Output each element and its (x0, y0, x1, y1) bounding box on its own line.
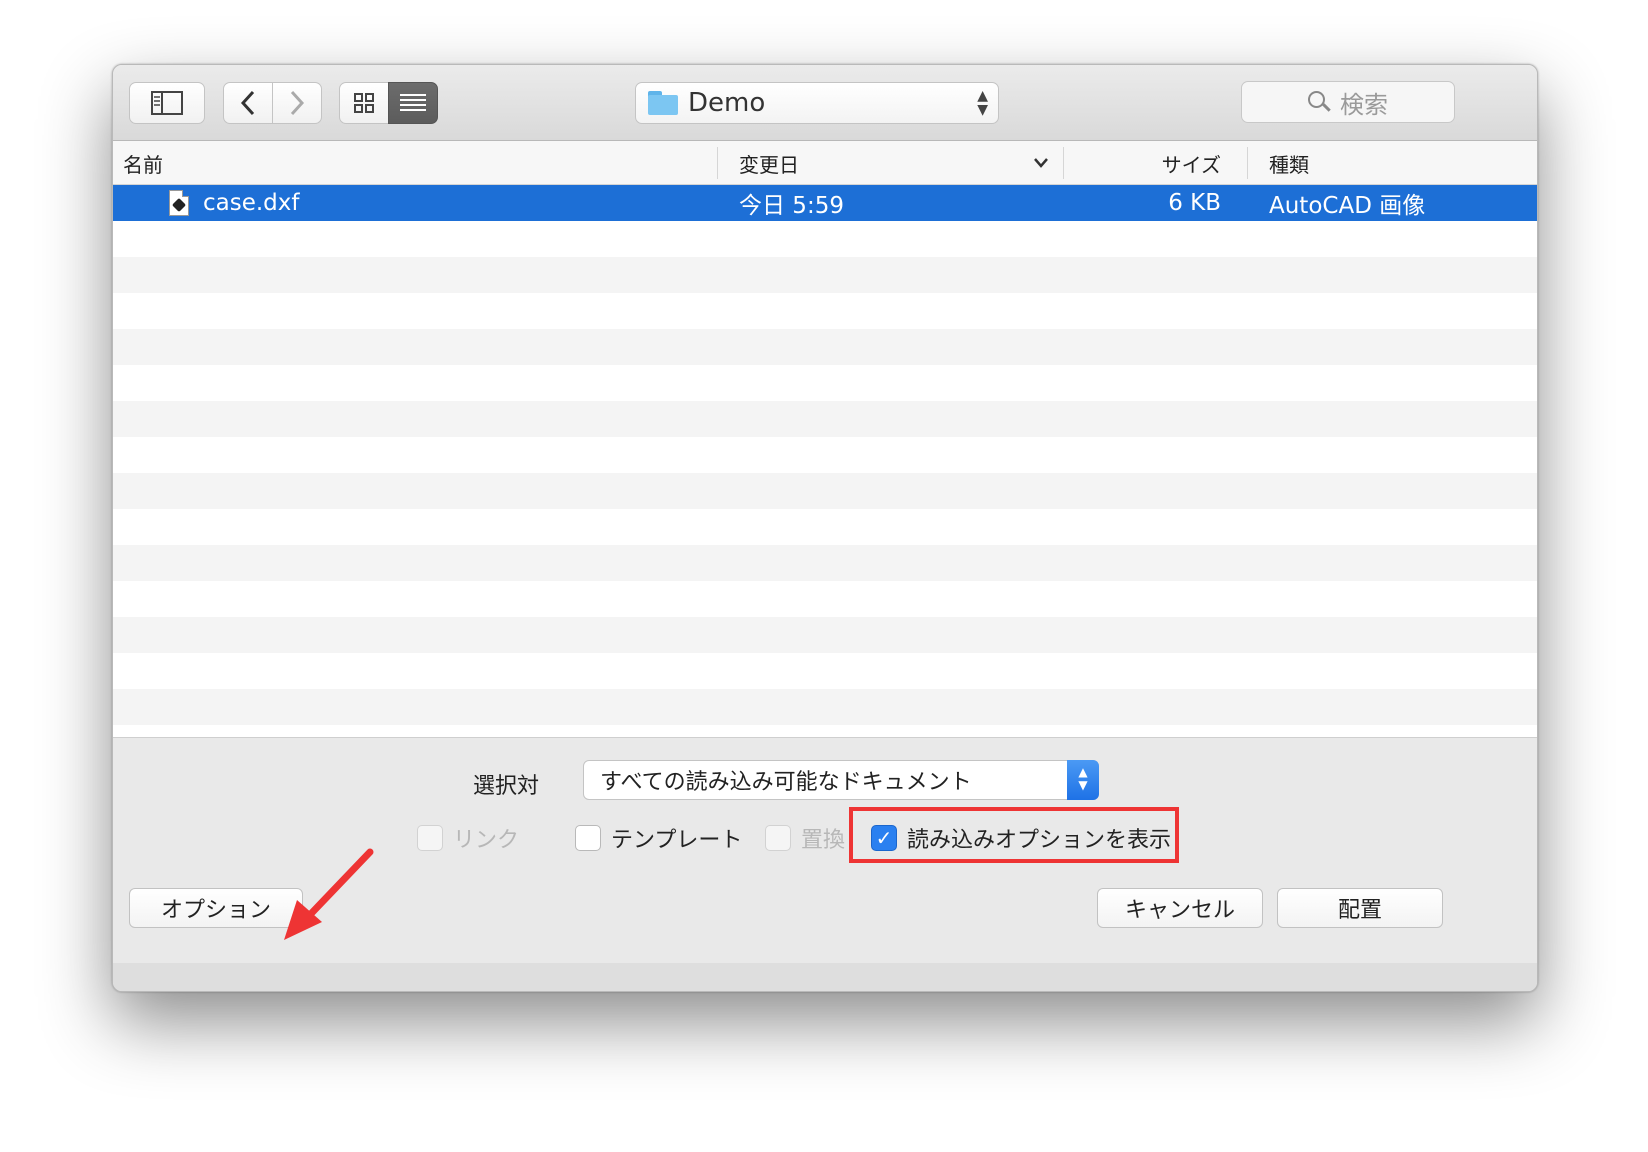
annotation-arrow-icon (284, 848, 374, 940)
